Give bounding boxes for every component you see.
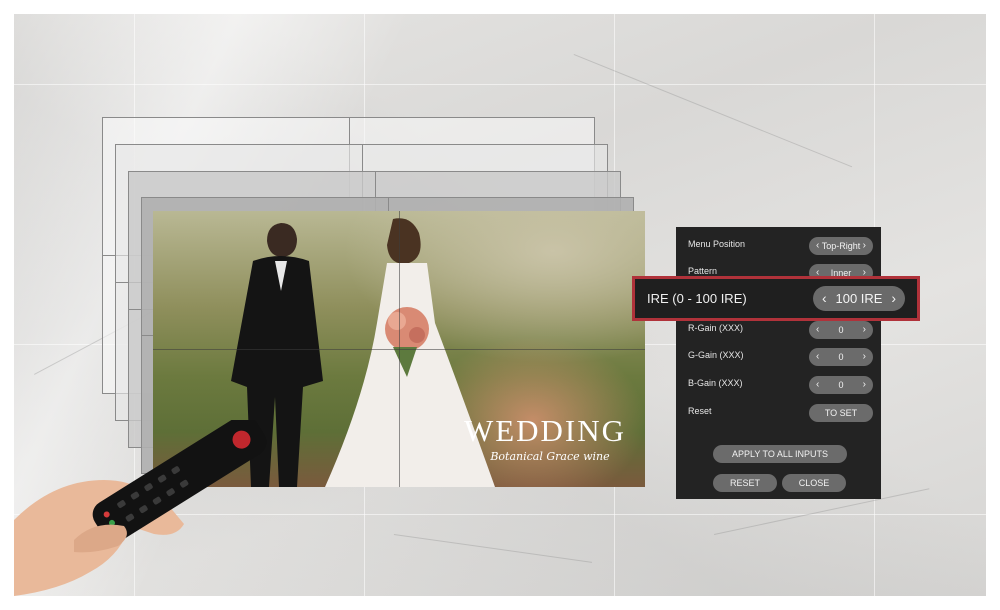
apply-to-all-inputs-button[interactable]: APPLY TO ALL INPUTS [713,445,847,463]
chevron-left-icon[interactable]: ‹ [822,286,827,311]
wedding-subtitle: Botanical Grace wine [490,450,610,463]
reset-button[interactable]: RESET [713,474,777,492]
hand-with-remote [14,420,267,596]
osd-menu-panel: Menu Position ‹ Top-Right › Pattern ‹ In… [676,227,881,499]
osd-value: 0 [838,380,844,390]
osd-value: 0 [838,352,844,362]
osd-row-label: Menu Position [688,239,746,249]
marble-vein [573,54,853,168]
osd-row-b-gain: B-Gain (XXX) ‹ 0 › [688,376,873,394]
osd-row-reset: Reset TO SET [688,404,873,422]
osd-value: Top-Right [821,241,861,251]
chevron-right-icon[interactable]: › [891,286,896,311]
marble-vein [393,534,593,563]
osd-row-g-gain: G-Gain (XXX) ‹ 0 › [688,348,873,366]
ire-value: 100 IRE [835,291,883,306]
ire-highlight-row: IRE (0 - 100 IRE) ‹ 100 IRE › [632,276,920,321]
osd-row-label: Reset [688,406,712,416]
osd-row-label: B-Gain (XXX) [688,378,743,388]
chevron-right-icon[interactable]: › [863,237,866,255]
wedding-title: WEDDING [463,413,627,448]
chevron-right-icon[interactable]: › [863,376,866,394]
chevron-left-icon[interactable]: ‹ [816,348,819,366]
chevron-right-icon[interactable]: › [863,348,866,366]
ire-label: IRE (0 - 100 IRE) [647,291,747,306]
osd-row-label: Pattern [688,266,718,276]
osd-row-menu-position: Menu Position ‹ Top-Right › [688,237,873,255]
g-gain-selector[interactable]: ‹ 0 › [809,348,873,366]
osd-row-r-gain: R-Gain (XXX) ‹ 0 › [688,321,873,339]
close-button[interactable]: CLOSE [782,474,846,492]
menu-position-selector[interactable]: ‹ Top-Right › [809,237,873,255]
chevron-left-icon[interactable]: ‹ [816,376,819,394]
bezel-seam [153,349,645,350]
ire-selector[interactable]: ‹ 100 IRE › [813,286,905,311]
osd-row-label: R-Gain (XXX) [688,323,744,333]
reset-to-set-button[interactable]: TO SET [809,404,873,422]
b-gain-selector[interactable]: ‹ 0 › [809,376,873,394]
osd-row-label: G-Gain (XXX) [688,350,744,360]
tile-seam [14,84,986,85]
chevron-left-icon[interactable]: ‹ [816,321,819,339]
r-gain-selector[interactable]: ‹ 0 › [809,321,873,339]
chevron-right-icon[interactable]: › [863,321,866,339]
chevron-left-icon[interactable]: ‹ [816,237,819,255]
osd-value: 0 [838,325,844,335]
